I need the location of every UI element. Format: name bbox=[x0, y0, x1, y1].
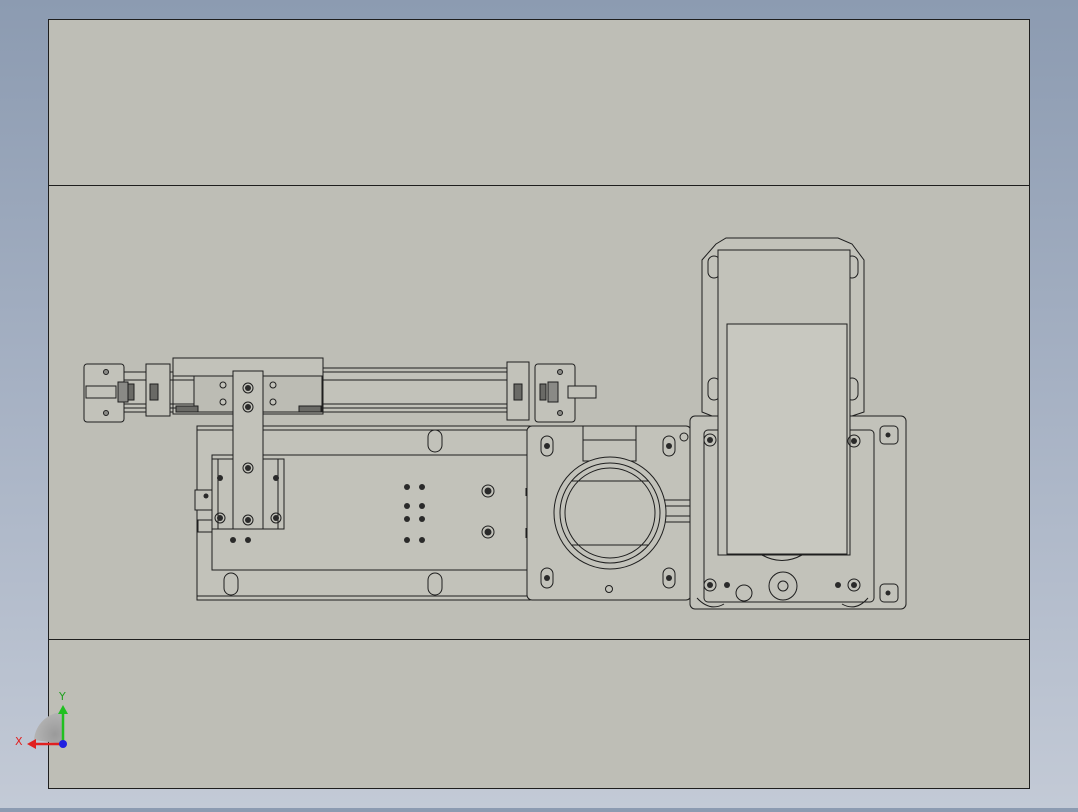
cad-viewport[interactable]: Y X bbox=[0, 0, 1078, 808]
x-arrow-head bbox=[27, 739, 36, 749]
valve-body bbox=[526, 425, 693, 601]
cad-drawing: Y X bbox=[15, 19, 1030, 789]
y-axis-label: Y bbox=[58, 690, 66, 703]
slide-cylinder-assembly bbox=[83, 357, 597, 423]
z-axis-dot bbox=[59, 740, 67, 748]
coordinate-triad: Y X bbox=[15, 690, 68, 749]
x-axis-label: X bbox=[15, 735, 23, 748]
